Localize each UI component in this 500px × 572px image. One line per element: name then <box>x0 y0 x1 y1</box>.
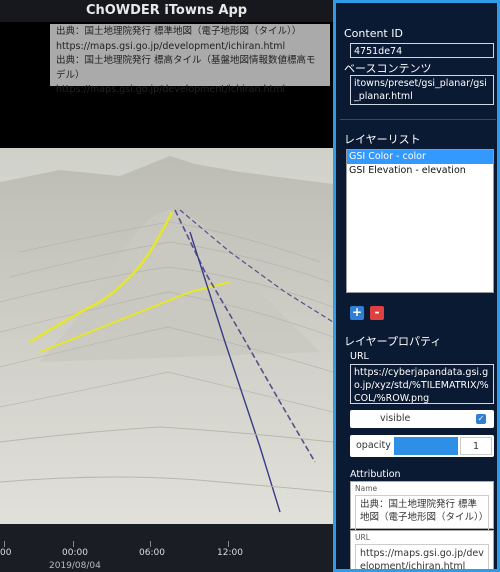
visible-label: visible <box>380 413 411 424</box>
divider <box>340 119 496 120</box>
timeline-tick-label: 00:00 <box>62 548 88 558</box>
add-layer-button[interactable]: + <box>350 306 364 320</box>
attribution-name-field[interactable]: 出典：国土地理院発行 標準地図（電子地形図（タイル）） <box>355 495 489 531</box>
attribution-label: Attribution <box>350 469 401 480</box>
attribution-line: 出典：国土地理院発行 標高タイル（基盤地図情報数値標高モデル） <box>56 55 316 81</box>
remove-layer-button[interactable]: - <box>370 306 384 320</box>
timeline[interactable]: 00 00:00 06:00 12:00 2019/08/04 <box>0 524 333 572</box>
attribution-url-field[interactable]: https://maps.gsi.go.jp/development/ichir… <box>355 544 489 569</box>
content-id-field[interactable]: 4751de74 <box>350 43 494 58</box>
timeline-tick-mark <box>150 541 151 547</box>
base-content-field[interactable]: itowns/preset/gsi_planar/gsi_planar.html <box>350 75 494 105</box>
opacity-row: opacity 1 <box>350 435 494 457</box>
base-content-label: ベースコンテンツ <box>344 62 432 75</box>
opacity-value-field[interactable]: 1 <box>460 437 492 455</box>
layer-item-gsi-elevation[interactable]: GSI Elevation - elevation <box>347 164 493 178</box>
opacity-label: opacity <box>356 440 391 451</box>
content-id-label: Content ID <box>344 27 403 40</box>
timeline-tick-label: 06:00 <box>139 548 165 558</box>
timeline-tick-mark <box>4 541 5 547</box>
visible-checkbox[interactable]: ✓ <box>476 414 486 424</box>
visible-row: visible ✓ <box>350 410 494 428</box>
attribution-name-box: Name 出典：国土地理院発行 標準地図（電子地形図（タイル）） <box>350 481 494 531</box>
timeline-tick-mark <box>228 541 229 547</box>
attribution-line: https://maps.gsi.go.jp/development/ichir… <box>56 84 286 95</box>
timeline-tick-label: 12:00 <box>217 548 243 558</box>
attribution-line: 出典：国土地理院発行 標準地図（電子地形図（タイル）） <box>56 26 302 37</box>
attribution-line: https://maps.gsi.go.jp/development/ichir… <box>56 40 286 52</box>
url-label: URL <box>350 351 369 362</box>
layer-list-label: レイヤーリスト <box>344 133 421 146</box>
app-title: ChOWDER iTowns App <box>0 0 333 22</box>
timeline-tick-label: 00 <box>0 548 12 558</box>
name-label: Name <box>355 484 378 493</box>
layer-props-label: レイヤープロパティ <box>344 335 442 348</box>
terrain-3d-map[interactable] <box>0 142 333 524</box>
layer-url-field[interactable]: https://cyberjapandata.gsi.go.jp/xyz/std… <box>350 364 494 404</box>
timeline-tick-mark <box>73 541 74 547</box>
map-attribution-overlay: 出典：国土地理院発行 標準地図（電子地形図（タイル）） https://maps… <box>50 24 330 95</box>
side-panel: Content ID 4751de74 ベースコンテンツ itowns/pres… <box>333 0 500 572</box>
opacity-slider-track[interactable] <box>394 437 458 455</box>
attribution-url-label: URL <box>355 533 370 542</box>
layer-list[interactable]: GSI Color - color GSI Elevation - elevat… <box>346 149 494 293</box>
attribution-url-box: URL https://maps.gsi.go.jp/development/i… <box>350 530 494 569</box>
map-viewport[interactable]: 出典：国土地理院発行 標準地図（電子地形図（タイル）） https://maps… <box>0 22 333 524</box>
timeline-date: 2019/08/04 <box>49 561 101 571</box>
opacity-slider-fill <box>394 437 458 455</box>
layer-item-gsi-color[interactable]: GSI Color - color <box>347 150 493 164</box>
